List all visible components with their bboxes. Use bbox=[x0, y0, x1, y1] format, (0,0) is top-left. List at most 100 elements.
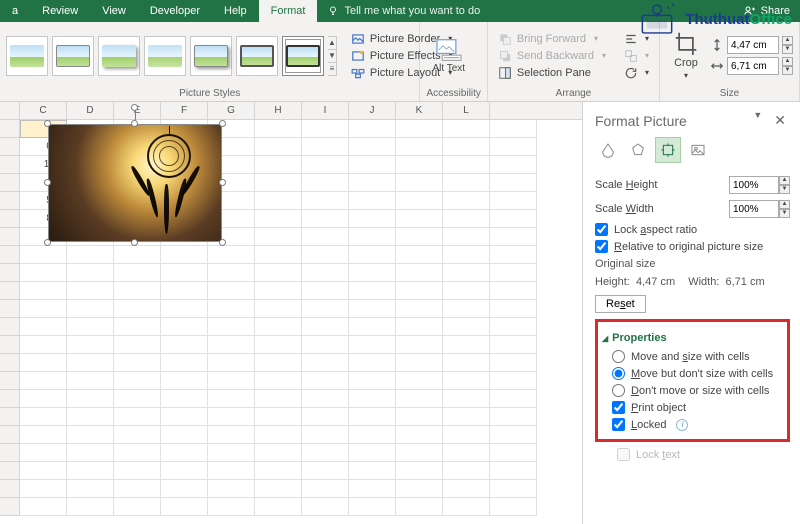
print-object-checkbox[interactable]: Print object bbox=[602, 399, 783, 416]
height-icon bbox=[710, 38, 724, 52]
style-thumb-selected[interactable] bbox=[282, 36, 324, 76]
align-button[interactable]: ▾ bbox=[620, 31, 653, 47]
col-header[interactable]: E bbox=[114, 102, 161, 119]
send-backward-icon bbox=[498, 49, 512, 63]
height-input[interactable] bbox=[727, 36, 779, 54]
tab-help[interactable]: Help bbox=[212, 0, 259, 22]
resize-handle[interactable] bbox=[219, 179, 226, 186]
move-size-radio[interactable]: Move and size with cells bbox=[602, 348, 783, 365]
col-header[interactable]: J bbox=[349, 102, 396, 119]
group-arrange: Arrange bbox=[494, 86, 653, 99]
resize-handle[interactable] bbox=[131, 120, 138, 127]
scale-width-spinner[interactable]: ▲▼ bbox=[779, 200, 790, 218]
crop-label: Crop bbox=[674, 57, 698, 69]
alt-text-icon bbox=[435, 38, 463, 62]
width-spinner[interactable]: ▲▼ bbox=[782, 57, 793, 75]
pane-tab-picture[interactable] bbox=[685, 137, 711, 163]
col-header[interactable] bbox=[0, 102, 20, 119]
scale-width-input[interactable] bbox=[729, 200, 779, 218]
scale-height-input[interactable] bbox=[729, 176, 779, 194]
width-icon bbox=[710, 59, 724, 73]
pane-title: Format Picture bbox=[595, 113, 687, 129]
crop-icon bbox=[672, 31, 700, 55]
align-icon bbox=[624, 32, 638, 46]
info-icon[interactable]: i bbox=[676, 419, 688, 431]
group-picture-styles: Picture Styles bbox=[6, 86, 413, 99]
resize-handle[interactable] bbox=[219, 239, 226, 246]
width-input[interactable] bbox=[727, 57, 779, 75]
col-header[interactable]: C bbox=[20, 102, 67, 119]
rotate-button[interactable]: ▾ bbox=[620, 65, 653, 81]
col-header[interactable]: G bbox=[208, 102, 255, 119]
height-spinner[interactable]: ▲▼ bbox=[782, 36, 793, 54]
locked-checkbox[interactable]: Lockedi bbox=[602, 416, 783, 433]
scale-width-label: Scale Width bbox=[595, 203, 654, 215]
pane-tab-size[interactable] bbox=[655, 137, 681, 163]
original-size-label: Original size bbox=[595, 255, 790, 273]
selection-pane-button[interactable]: Selection Pane bbox=[494, 65, 610, 81]
col-header[interactable]: K bbox=[396, 102, 443, 119]
tab-review[interactable]: Review bbox=[30, 0, 90, 22]
col-header[interactable]: I bbox=[302, 102, 349, 119]
style-thumb[interactable] bbox=[144, 36, 186, 76]
resize-handle[interactable] bbox=[44, 179, 51, 186]
crop-button[interactable]: Crop▾ bbox=[666, 29, 706, 82]
style-thumb[interactable] bbox=[6, 36, 48, 76]
rotate-handle[interactable] bbox=[131, 104, 138, 111]
tell-me-label: Tell me what you want to do bbox=[344, 5, 480, 17]
col-header[interactable]: L bbox=[443, 102, 490, 119]
inserted-picture[interactable] bbox=[48, 124, 222, 242]
properties-highlight: Properties Move and size with cells Move… bbox=[595, 319, 790, 442]
col-header[interactable]: D bbox=[67, 102, 114, 119]
style-thumb[interactable] bbox=[52, 36, 94, 76]
ribbon: ▲▼≡ Picture Border▾ Picture Effects▾ Pic… bbox=[0, 22, 800, 102]
dont-move-radio[interactable]: Don't move or size with cells bbox=[602, 382, 783, 399]
worksheet[interactable]: C D E F G H I J K L 00011%5576868 bbox=[0, 102, 582, 524]
tab-developer[interactable]: Developer bbox=[138, 0, 212, 22]
original-size-values: Height: 4,47 cm Width: 6,71 cm bbox=[595, 273, 790, 291]
ribbon-tabs: a Review View Developer Help Format Tell… bbox=[0, 0, 800, 22]
col-header[interactable]: F bbox=[161, 102, 208, 119]
relative-checkbox[interactable]: Relative to original picture size bbox=[595, 238, 790, 255]
resize-handle[interactable] bbox=[44, 239, 51, 246]
picture-layout-icon bbox=[351, 66, 365, 80]
pane-tab-fill[interactable] bbox=[595, 137, 621, 163]
group-icon bbox=[624, 49, 638, 63]
picture-styles-gallery[interactable] bbox=[6, 36, 324, 76]
bring-forward-button[interactable]: Bring Forward▾ bbox=[494, 31, 610, 47]
alt-text-button[interactable]: Alt Text bbox=[426, 36, 471, 76]
tab-view[interactable]: View bbox=[90, 0, 138, 22]
group-button[interactable]: ▾ bbox=[620, 48, 653, 64]
style-thumb[interactable] bbox=[98, 36, 140, 76]
scale-height-spinner[interactable]: ▲▼ bbox=[779, 176, 790, 194]
share-icon bbox=[744, 5, 756, 17]
col-header[interactable]: H bbox=[255, 102, 302, 119]
reset-button[interactable]: Reset bbox=[595, 295, 646, 313]
pane-tab-effects[interactable] bbox=[625, 137, 651, 163]
send-backward-button[interactable]: Send Backward▾ bbox=[494, 48, 610, 64]
column-headers[interactable]: C D E F G H I J K L bbox=[0, 102, 582, 120]
resize-handle[interactable] bbox=[219, 120, 226, 127]
tab-format[interactable]: Format bbox=[259, 0, 318, 22]
lock-text-checkbox: Lock text bbox=[595, 446, 790, 463]
pane-close-button[interactable]: ✕ bbox=[770, 110, 790, 131]
scale-height-label: Scale Height bbox=[595, 179, 657, 191]
rotate-icon bbox=[624, 66, 638, 80]
lock-aspect-checkbox[interactable]: Lock aspect ratio bbox=[595, 221, 790, 238]
selection-pane-label: Selection Pane bbox=[517, 67, 591, 79]
resize-handle[interactable] bbox=[131, 239, 138, 246]
group-accessibility: Accessibility bbox=[426, 86, 480, 99]
tell-me[interactable]: Tell me what you want to do bbox=[317, 0, 490, 22]
pane-menu-icon[interactable]: ▼ bbox=[753, 110, 762, 131]
pane-tabs bbox=[595, 137, 790, 163]
bring-forward-label: Bring Forward bbox=[517, 33, 586, 45]
gallery-more[interactable]: ▲▼≡ bbox=[328, 36, 337, 76]
style-thumb[interactable] bbox=[190, 36, 232, 76]
resize-handle[interactable] bbox=[44, 120, 51, 127]
move-nosize-radio[interactable]: Move but don't size with cells bbox=[602, 365, 783, 382]
tab-a[interactable]: a bbox=[0, 0, 30, 22]
style-thumb[interactable] bbox=[236, 36, 278, 76]
share-button[interactable]: Share bbox=[761, 5, 790, 17]
picture-border-icon bbox=[351, 32, 365, 46]
properties-section[interactable]: Properties bbox=[602, 326, 783, 348]
